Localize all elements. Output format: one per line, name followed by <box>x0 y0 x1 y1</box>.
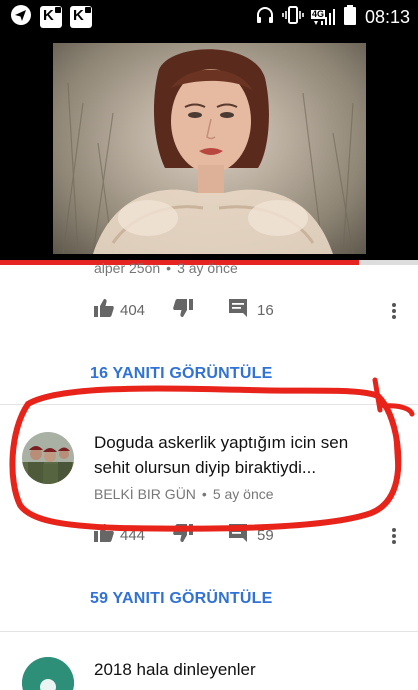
send-icon <box>10 4 32 31</box>
clock: 08:13 <box>364 6 410 27</box>
comment-text-line: Doguda askerlik yaptığım icin sen <box>94 433 349 452</box>
thumbs-up-icon <box>94 524 114 542</box>
video-frame[interactable] <box>53 43 366 254</box>
comment-divider <box>0 404 418 405</box>
video-still-image <box>62 49 354 254</box>
reply-comment-icon <box>229 299 248 317</box>
comment-time: 3 ay önce <box>177 260 238 276</box>
comment-meta: BELKİ BIR GÜN • 5 ay önce <box>94 486 274 502</box>
avatar-image <box>22 432 74 484</box>
comment-author[interactable]: BELKİ BIR GÜN <box>94 486 196 502</box>
video-player[interactable] <box>0 33 418 260</box>
reply-count: 59 <box>257 526 274 544</box>
comment-text-line: sehit olursun diyip biraktiydi... <box>94 458 317 477</box>
like-button[interactable] <box>94 299 114 321</box>
avatar[interactable] <box>22 432 74 484</box>
reply-comment-icon <box>229 524 248 542</box>
signal-icon: 4G <box>310 7 337 27</box>
comment-author[interactable]: alper 25on <box>94 260 160 276</box>
meta-separator: • <box>166 260 172 276</box>
comment-text[interactable]: 2018 hala dinleyenler <box>94 657 394 682</box>
system-icons: 4G 08:13 <box>255 4 410 30</box>
dislike-button[interactable] <box>173 524 194 546</box>
status-bar: K K 4G 08:13 <box>0 0 418 33</box>
more-options-button[interactable] <box>390 526 398 546</box>
headphones-icon <box>255 5 275 30</box>
reply-button[interactable] <box>229 299 248 321</box>
more-options-button[interactable] <box>390 301 398 321</box>
battery-icon <box>343 4 356 30</box>
view-replies-link[interactable]: 16 YANITI GÖRÜNTÜLE <box>90 365 273 383</box>
k-app-icon: K <box>40 6 62 28</box>
reply-count: 16 <box>257 301 274 319</box>
comment-time: 5 ay önce <box>212 486 274 502</box>
thumbs-down-icon <box>173 299 194 317</box>
meta-separator: • <box>201 486 207 502</box>
dislike-button[interactable] <box>173 299 194 321</box>
avatar-image <box>22 657 74 690</box>
more-vert-icon <box>390 528 398 544</box>
vibrate-icon <box>282 5 304 30</box>
like-button[interactable] <box>94 524 114 546</box>
comment-actions: 404 16 <box>94 297 274 323</box>
more-vert-icon <box>390 303 398 319</box>
like-count: 444 <box>120 526 146 544</box>
k-app-icon: K <box>70 6 92 28</box>
comment-actions: 444 59 <box>94 522 274 548</box>
comment-meta: alper 25on • 3 ay önce <box>94 260 238 276</box>
thumbs-down-icon <box>173 524 194 542</box>
reply-button[interactable] <box>229 524 248 546</box>
thumbs-up-icon <box>94 299 114 317</box>
avatar[interactable] <box>22 657 74 690</box>
comment-text[interactable]: Doguda askerlik yaptığım icin sen sehit … <box>94 430 394 480</box>
view-replies-link[interactable]: 59 YANITI GÖRÜNTÜLE <box>90 590 273 608</box>
notification-icons: K K <box>10 4 92 31</box>
comment-divider <box>0 631 418 632</box>
like-count: 404 <box>120 301 146 319</box>
